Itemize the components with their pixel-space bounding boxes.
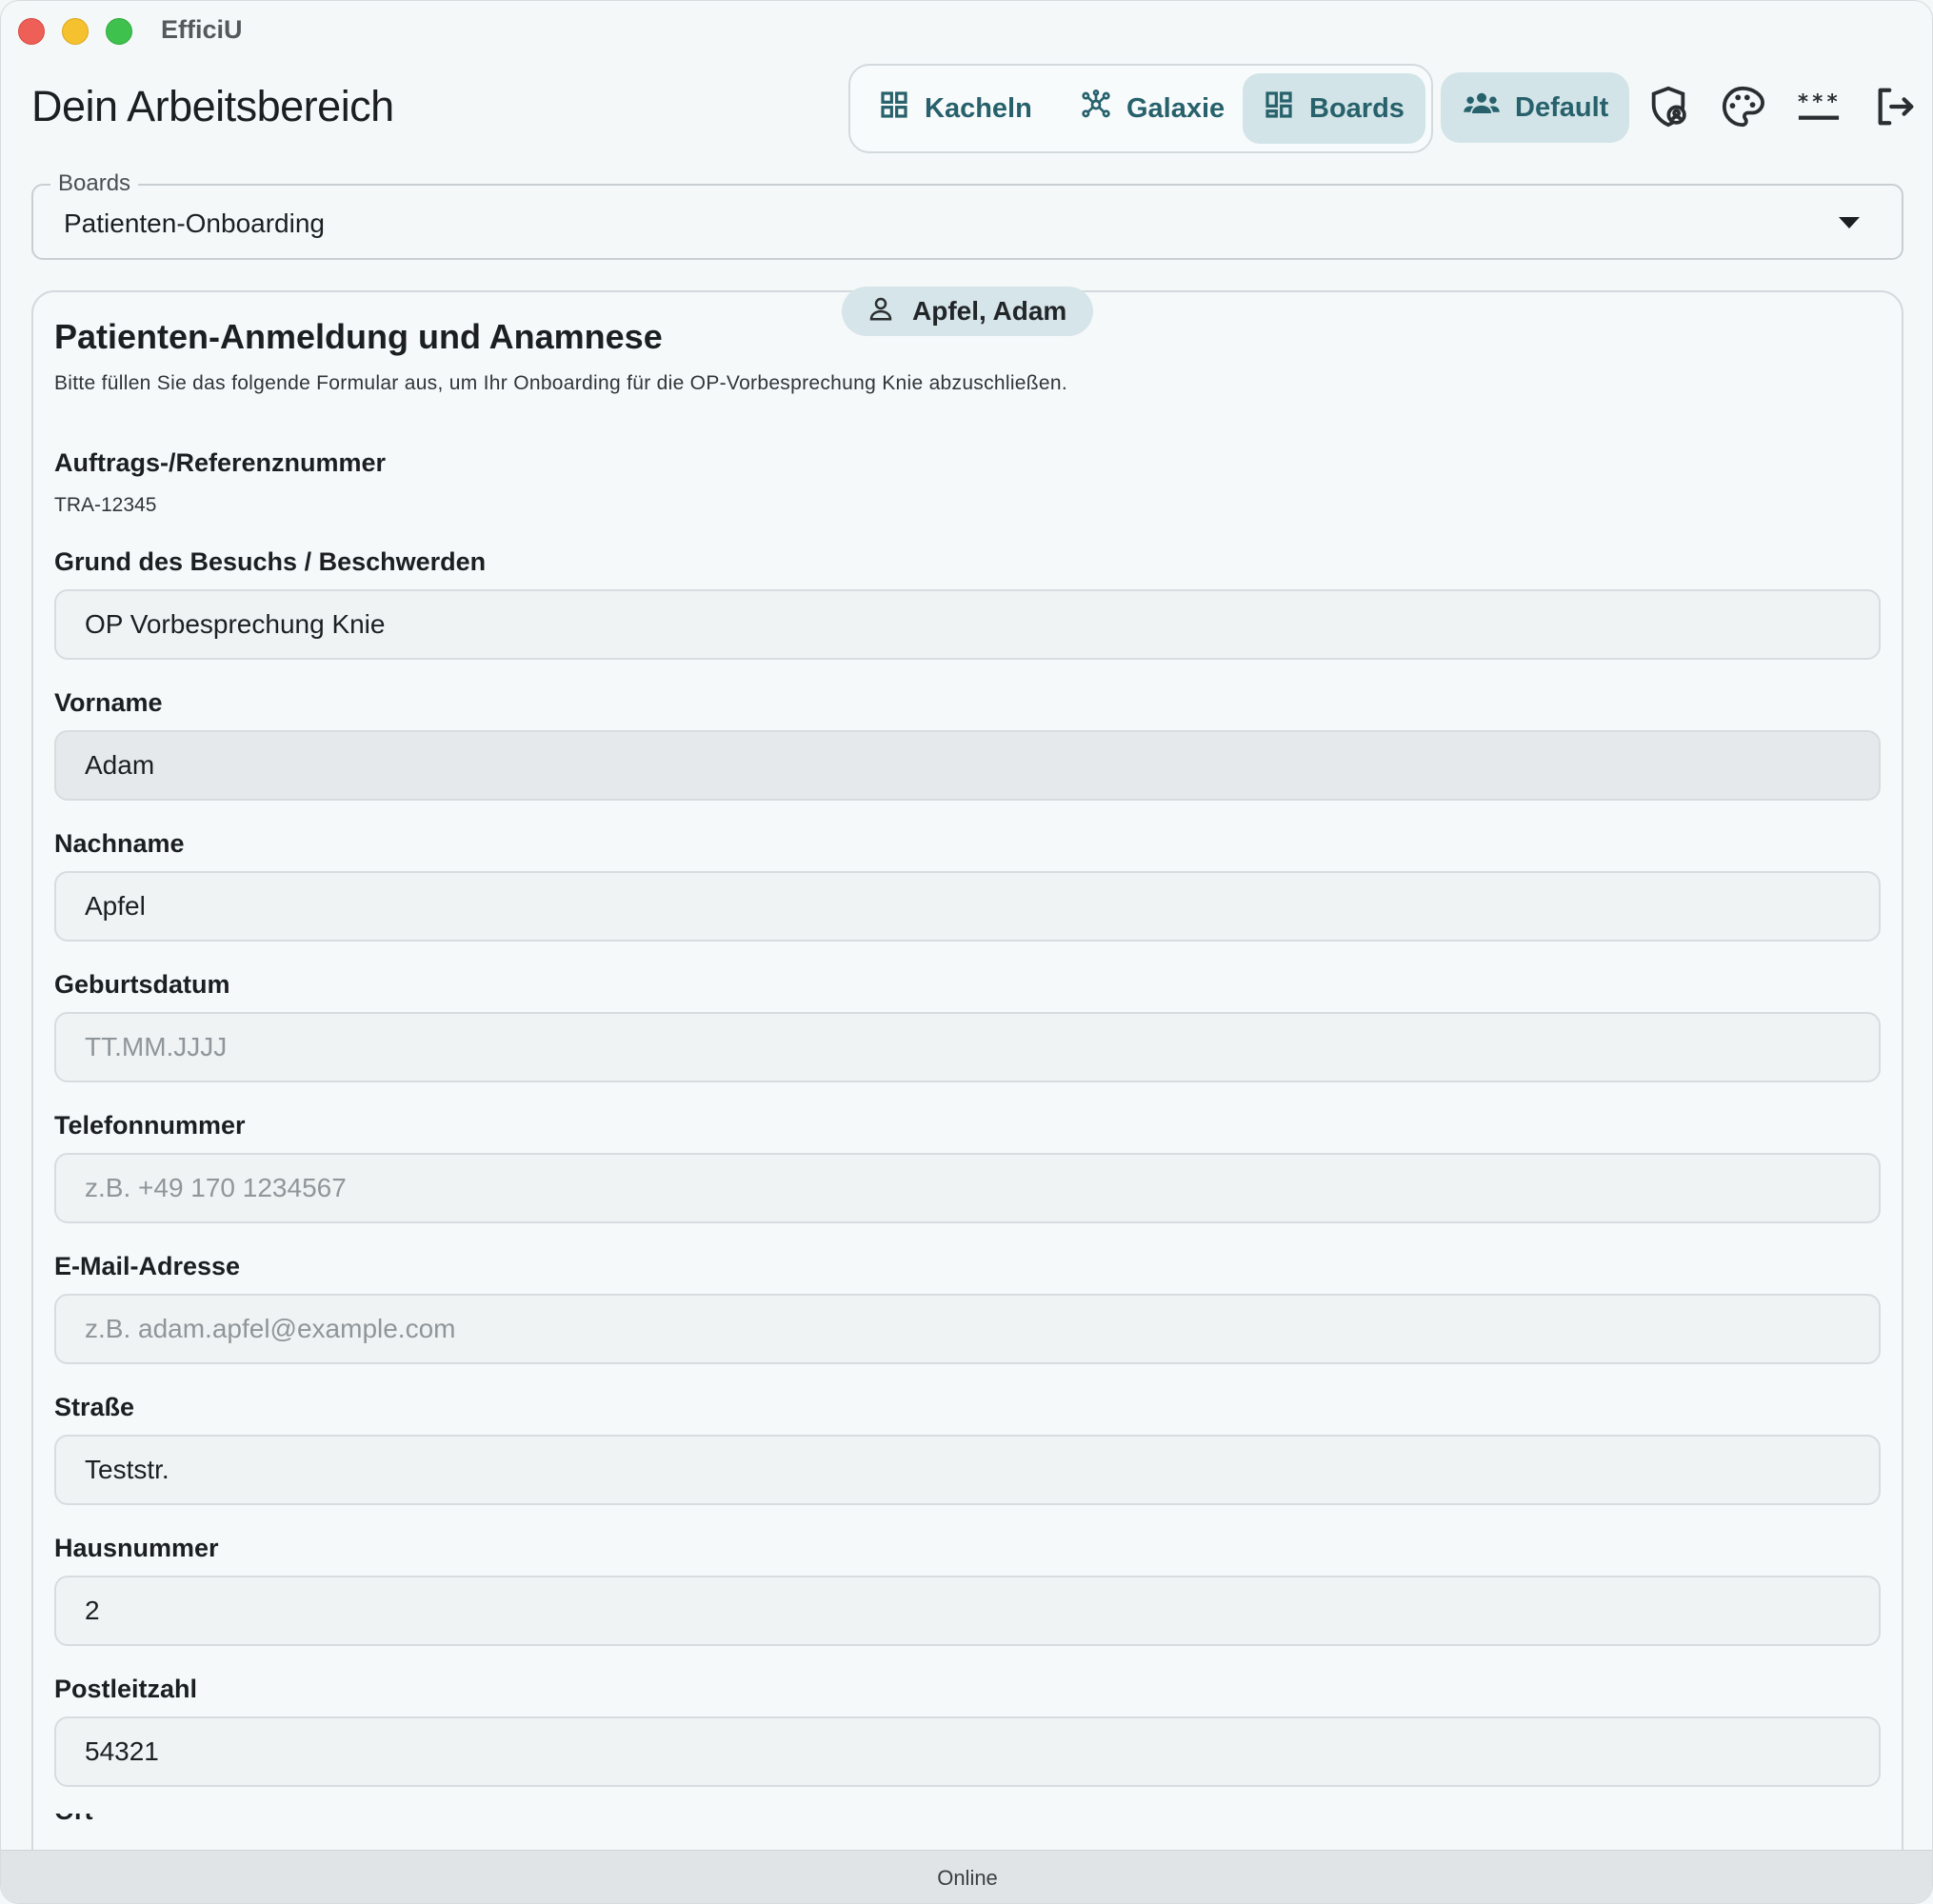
svg-text:*: * <box>1798 89 1808 113</box>
birthdate-input[interactable] <box>54 1012 1881 1082</box>
tab-galaxie[interactable]: Galaxie <box>1060 73 1245 144</box>
patient-chip-label: Apfel, Adam <box>912 296 1067 326</box>
street-label: Straße <box>54 1393 135 1421</box>
svg-text:*: * <box>1812 89 1823 113</box>
boards-select[interactable]: Boards Patienten-Onboarding <box>31 170 1903 260</box>
patient-chip[interactable]: Apfel, Adam <box>842 287 1093 336</box>
postal-code-input[interactable] <box>54 1716 1881 1787</box>
close-window-button[interactable] <box>18 18 45 45</box>
city-label-partial: Ort <box>54 1814 245 1827</box>
galaxy-icon <box>1081 89 1111 128</box>
boards-icon <box>1264 89 1294 128</box>
last-name-input[interactable] <box>54 871 1881 942</box>
profile-default-button[interactable]: Default <box>1441 72 1629 143</box>
birthdate-label: Geburtsdatum <box>54 970 230 999</box>
page-title: Dein Arbeitsbereich <box>31 82 394 130</box>
phone-input[interactable] <box>54 1153 1881 1223</box>
profile-default-label: Default <box>1515 91 1609 123</box>
tab-kacheln-label: Kacheln <box>925 92 1032 124</box>
tab-kacheln[interactable]: Kacheln <box>858 73 1053 144</box>
form-subtitle: Bitte füllen Sie das folgende Formular a… <box>54 372 1068 394</box>
reason-label: Grund des Besuchs / Beschwerden <box>54 547 487 576</box>
shield-user-icon[interactable] <box>1646 85 1690 129</box>
user-icon <box>867 294 895 329</box>
house-number-label: Hausnummer <box>54 1534 219 1562</box>
last-name-label: Nachname <box>54 829 185 858</box>
title-bar: EfficiU <box>1 1 1932 62</box>
palette-icon[interactable] <box>1721 85 1765 129</box>
reference-value: TRA-12345 <box>54 494 157 516</box>
svg-text:*: * <box>1827 89 1838 113</box>
chevron-down-icon <box>1839 217 1860 228</box>
boards-select-value: Patienten-Onboarding <box>64 208 325 238</box>
street-input[interactable] <box>54 1435 1881 1505</box>
form-title: Patienten-Anmeldung und Anamnese <box>54 317 663 356</box>
tab-galaxie-label: Galaxie <box>1126 92 1226 124</box>
house-number-input[interactable] <box>54 1576 1881 1646</box>
connection-status: Online <box>937 1866 998 1890</box>
first-name-label: Vorname <box>54 688 163 717</box>
boards-select-label: Boards <box>50 170 139 197</box>
grid-icon <box>879 89 909 128</box>
city-label-text: Ort <box>54 1814 245 1826</box>
app-window: EfficiU Dein Arbeitsbereich Kacheln Gala… <box>0 0 1933 1904</box>
email-input[interactable] <box>54 1294 1881 1364</box>
reason-input[interactable] <box>54 589 1881 660</box>
logout-icon[interactable] <box>1873 85 1917 129</box>
email-label: E-Mail-Adresse <box>54 1252 241 1280</box>
tab-boards-label: Boards <box>1309 92 1405 124</box>
status-bar: Online <box>1 1850 1932 1903</box>
tab-boards[interactable]: Boards <box>1243 73 1425 144</box>
group-icon <box>1464 89 1500 126</box>
view-switch: Kacheln Galaxie Boards <box>848 64 1433 153</box>
phone-label: Telefonnummer <box>54 1111 246 1140</box>
reference-label: Auftrags-/Referenznummer <box>54 448 387 477</box>
form-card <box>31 290 1903 1903</box>
minimize-window-button[interactable] <box>62 18 89 45</box>
postal-code-label: Postleitzahl <box>54 1675 198 1703</box>
maximize-window-button[interactable] <box>106 18 132 45</box>
app-title: EfficiU <box>161 15 243 44</box>
password-icon[interactable]: * * * <box>1797 85 1841 129</box>
first-name-input[interactable] <box>54 730 1881 801</box>
